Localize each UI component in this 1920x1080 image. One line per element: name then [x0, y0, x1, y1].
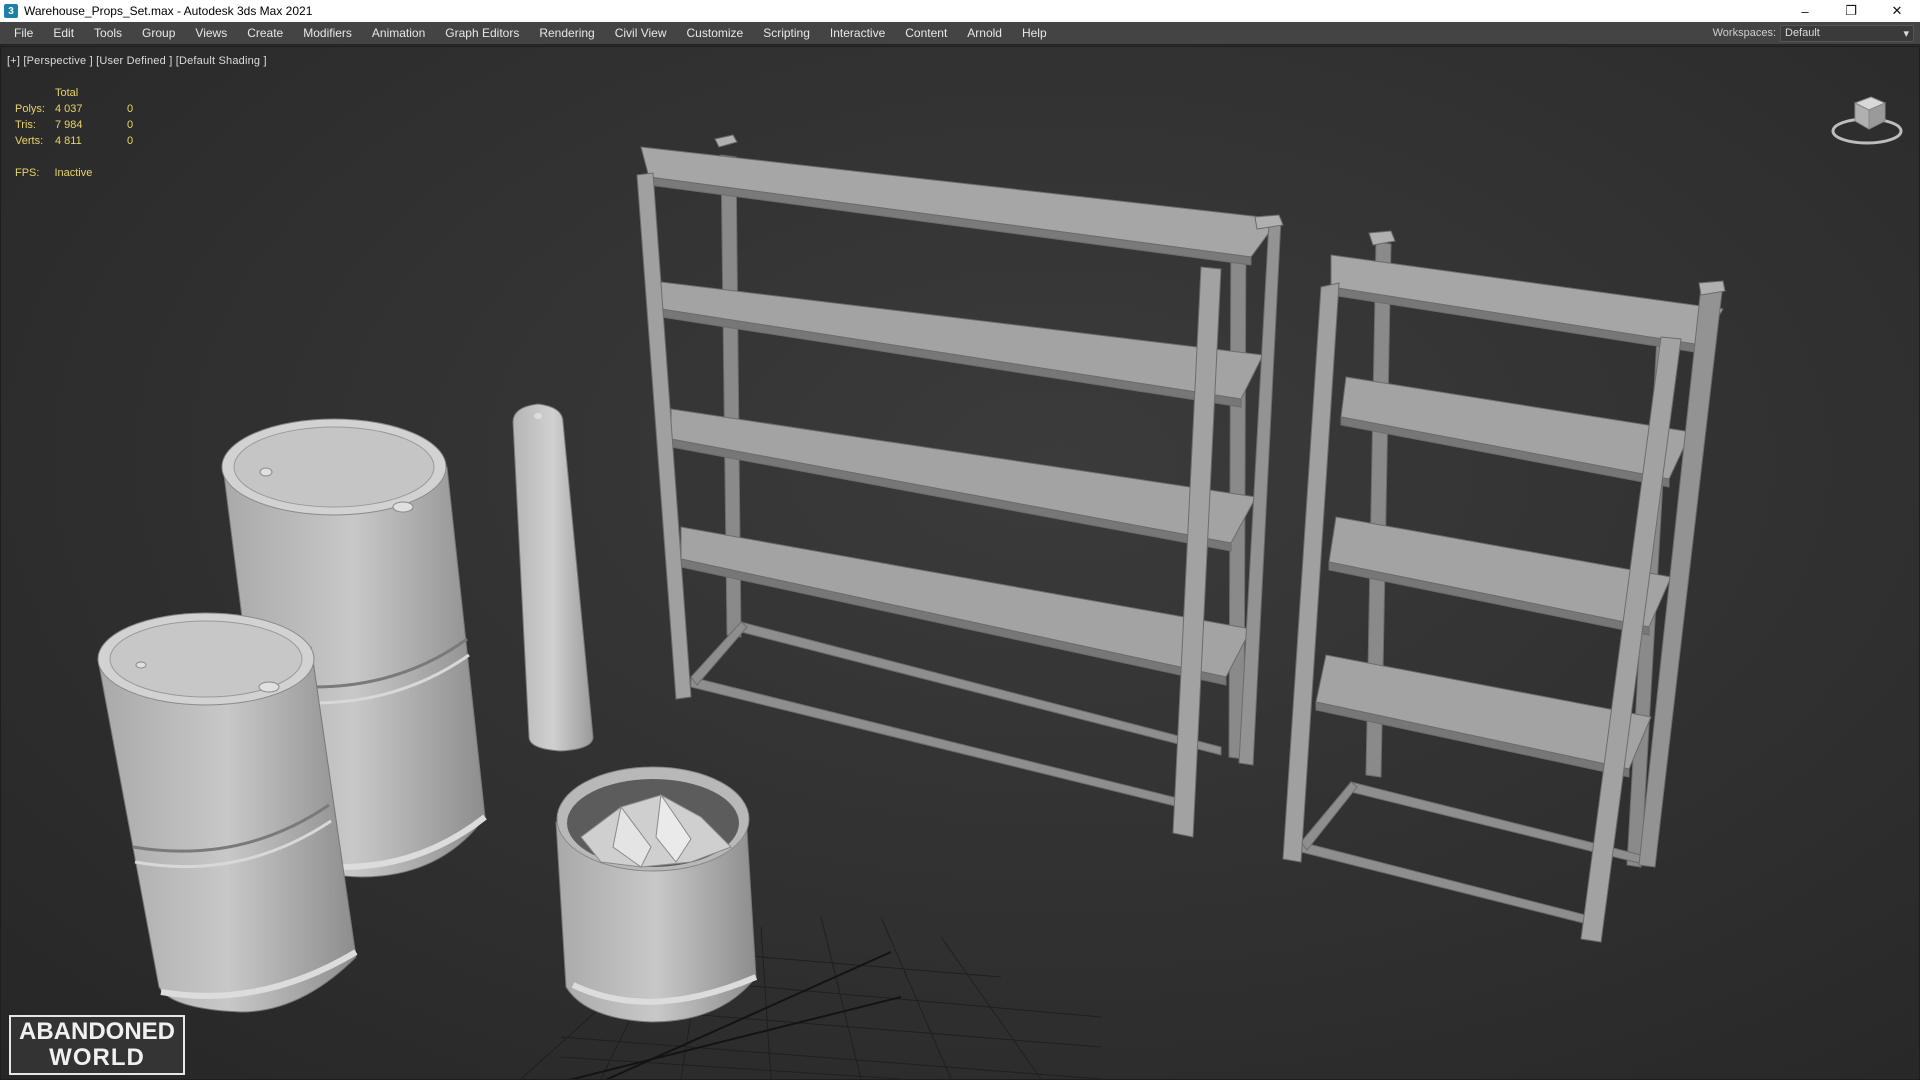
menu-customize[interactable]: Customize — [677, 22, 754, 45]
menu-animation[interactable]: Animation — [362, 22, 435, 45]
menu-views[interactable]: Views — [185, 22, 237, 45]
stats-row-polys: Polys: 4 037 0 — [15, 101, 133, 117]
menu-graph-editors[interactable]: Graph Editors — [435, 22, 529, 45]
fps-label: FPS: — [15, 167, 40, 179]
menu-tools[interactable]: Tools — [84, 22, 132, 45]
stats-label: Tris: — [15, 119, 36, 131]
stats-label: Verts: — [15, 135, 44, 147]
perspective-viewport[interactable]: [+] [Perspective ] [User Defined ] [Defa… — [0, 46, 1920, 1080]
menu-group[interactable]: Group — [132, 22, 185, 45]
menu-arnold[interactable]: Arnold — [957, 22, 1012, 45]
menu-interactive[interactable]: Interactive — [820, 22, 895, 45]
stats-header-total: Total — [55, 87, 79, 99]
menu-help[interactable]: Help — [1012, 22, 1057, 45]
menu-edit[interactable]: Edit — [43, 22, 84, 45]
viewcube-icon[interactable] — [1827, 83, 1907, 151]
menu-modifiers[interactable]: Modifiers — [293, 22, 362, 45]
menu-scripting[interactable]: Scripting — [753, 22, 820, 45]
shelf-unit-large — [636, 134, 1284, 838]
fps-readout: FPS: Inactive — [15, 167, 92, 179]
stats-total: 4 811 — [55, 135, 82, 147]
workspace-label: Workspaces: — [1712, 27, 1776, 39]
statistics-overlay: Total Polys: 4 037 0 Tris: 7 984 0 Verts… — [15, 85, 133, 149]
menu-rendering[interactable]: Rendering — [529, 22, 604, 45]
minimize-icon[interactable]: – — [1782, 0, 1828, 22]
workspace-dropdown[interactable]: Default ▾ — [1780, 24, 1914, 42]
stats-selected: 0 — [127, 103, 134, 115]
window-title: Warehouse_Props_Set.max - Autodesk 3ds M… — [24, 4, 313, 18]
bucket-with-debris — [555, 766, 758, 1023]
3ds-max-icon[interactable]: 3 — [4, 4, 18, 18]
stats-row-tris: Tris: 7 984 0 — [15, 117, 133, 133]
menu-bar: File Edit Tools Group Views Create Modif… — [0, 22, 1920, 45]
menu-content[interactable]: Content — [895, 22, 957, 45]
fps-value: Inactive — [54, 167, 93, 179]
workspace-value: Default — [1785, 27, 1820, 39]
menu-file[interactable]: File — [0, 22, 43, 45]
stats-selected: 0 — [127, 135, 134, 147]
watermark-logo: ABANDONED WORLD — [9, 1015, 185, 1075]
logo-line1: ABANDONED — [19, 1018, 175, 1045]
title-bar: 3 Warehouse_Props_Set.max - Autodesk 3ds… — [0, 0, 1920, 22]
restore-icon[interactable]: ❐ — [1828, 0, 1874, 22]
logo-line2: WORLD — [49, 1044, 145, 1071]
stats-total: 4 037 — [55, 103, 83, 115]
viewport-label[interactable]: [+] [Perspective ] [User Defined ] [Defa… — [7, 55, 267, 67]
gas-cylinder — [512, 403, 594, 752]
menu-create[interactable]: Create — [237, 22, 293, 45]
scene-geometry[interactable] — [1, 47, 1919, 1079]
stats-label: Polys: — [15, 103, 45, 115]
stats-selected: 0 — [127, 119, 134, 131]
stats-row-verts: Verts: 4 811 0 — [15, 133, 133, 149]
chevron-down-icon: ▾ — [1903, 27, 1909, 40]
stats-total: 7 984 — [55, 119, 83, 131]
shelf-unit-small — [1282, 230, 1726, 943]
close-icon[interactable]: ✕ — [1874, 0, 1920, 22]
menu-civil-view[interactable]: Civil View — [605, 22, 677, 45]
